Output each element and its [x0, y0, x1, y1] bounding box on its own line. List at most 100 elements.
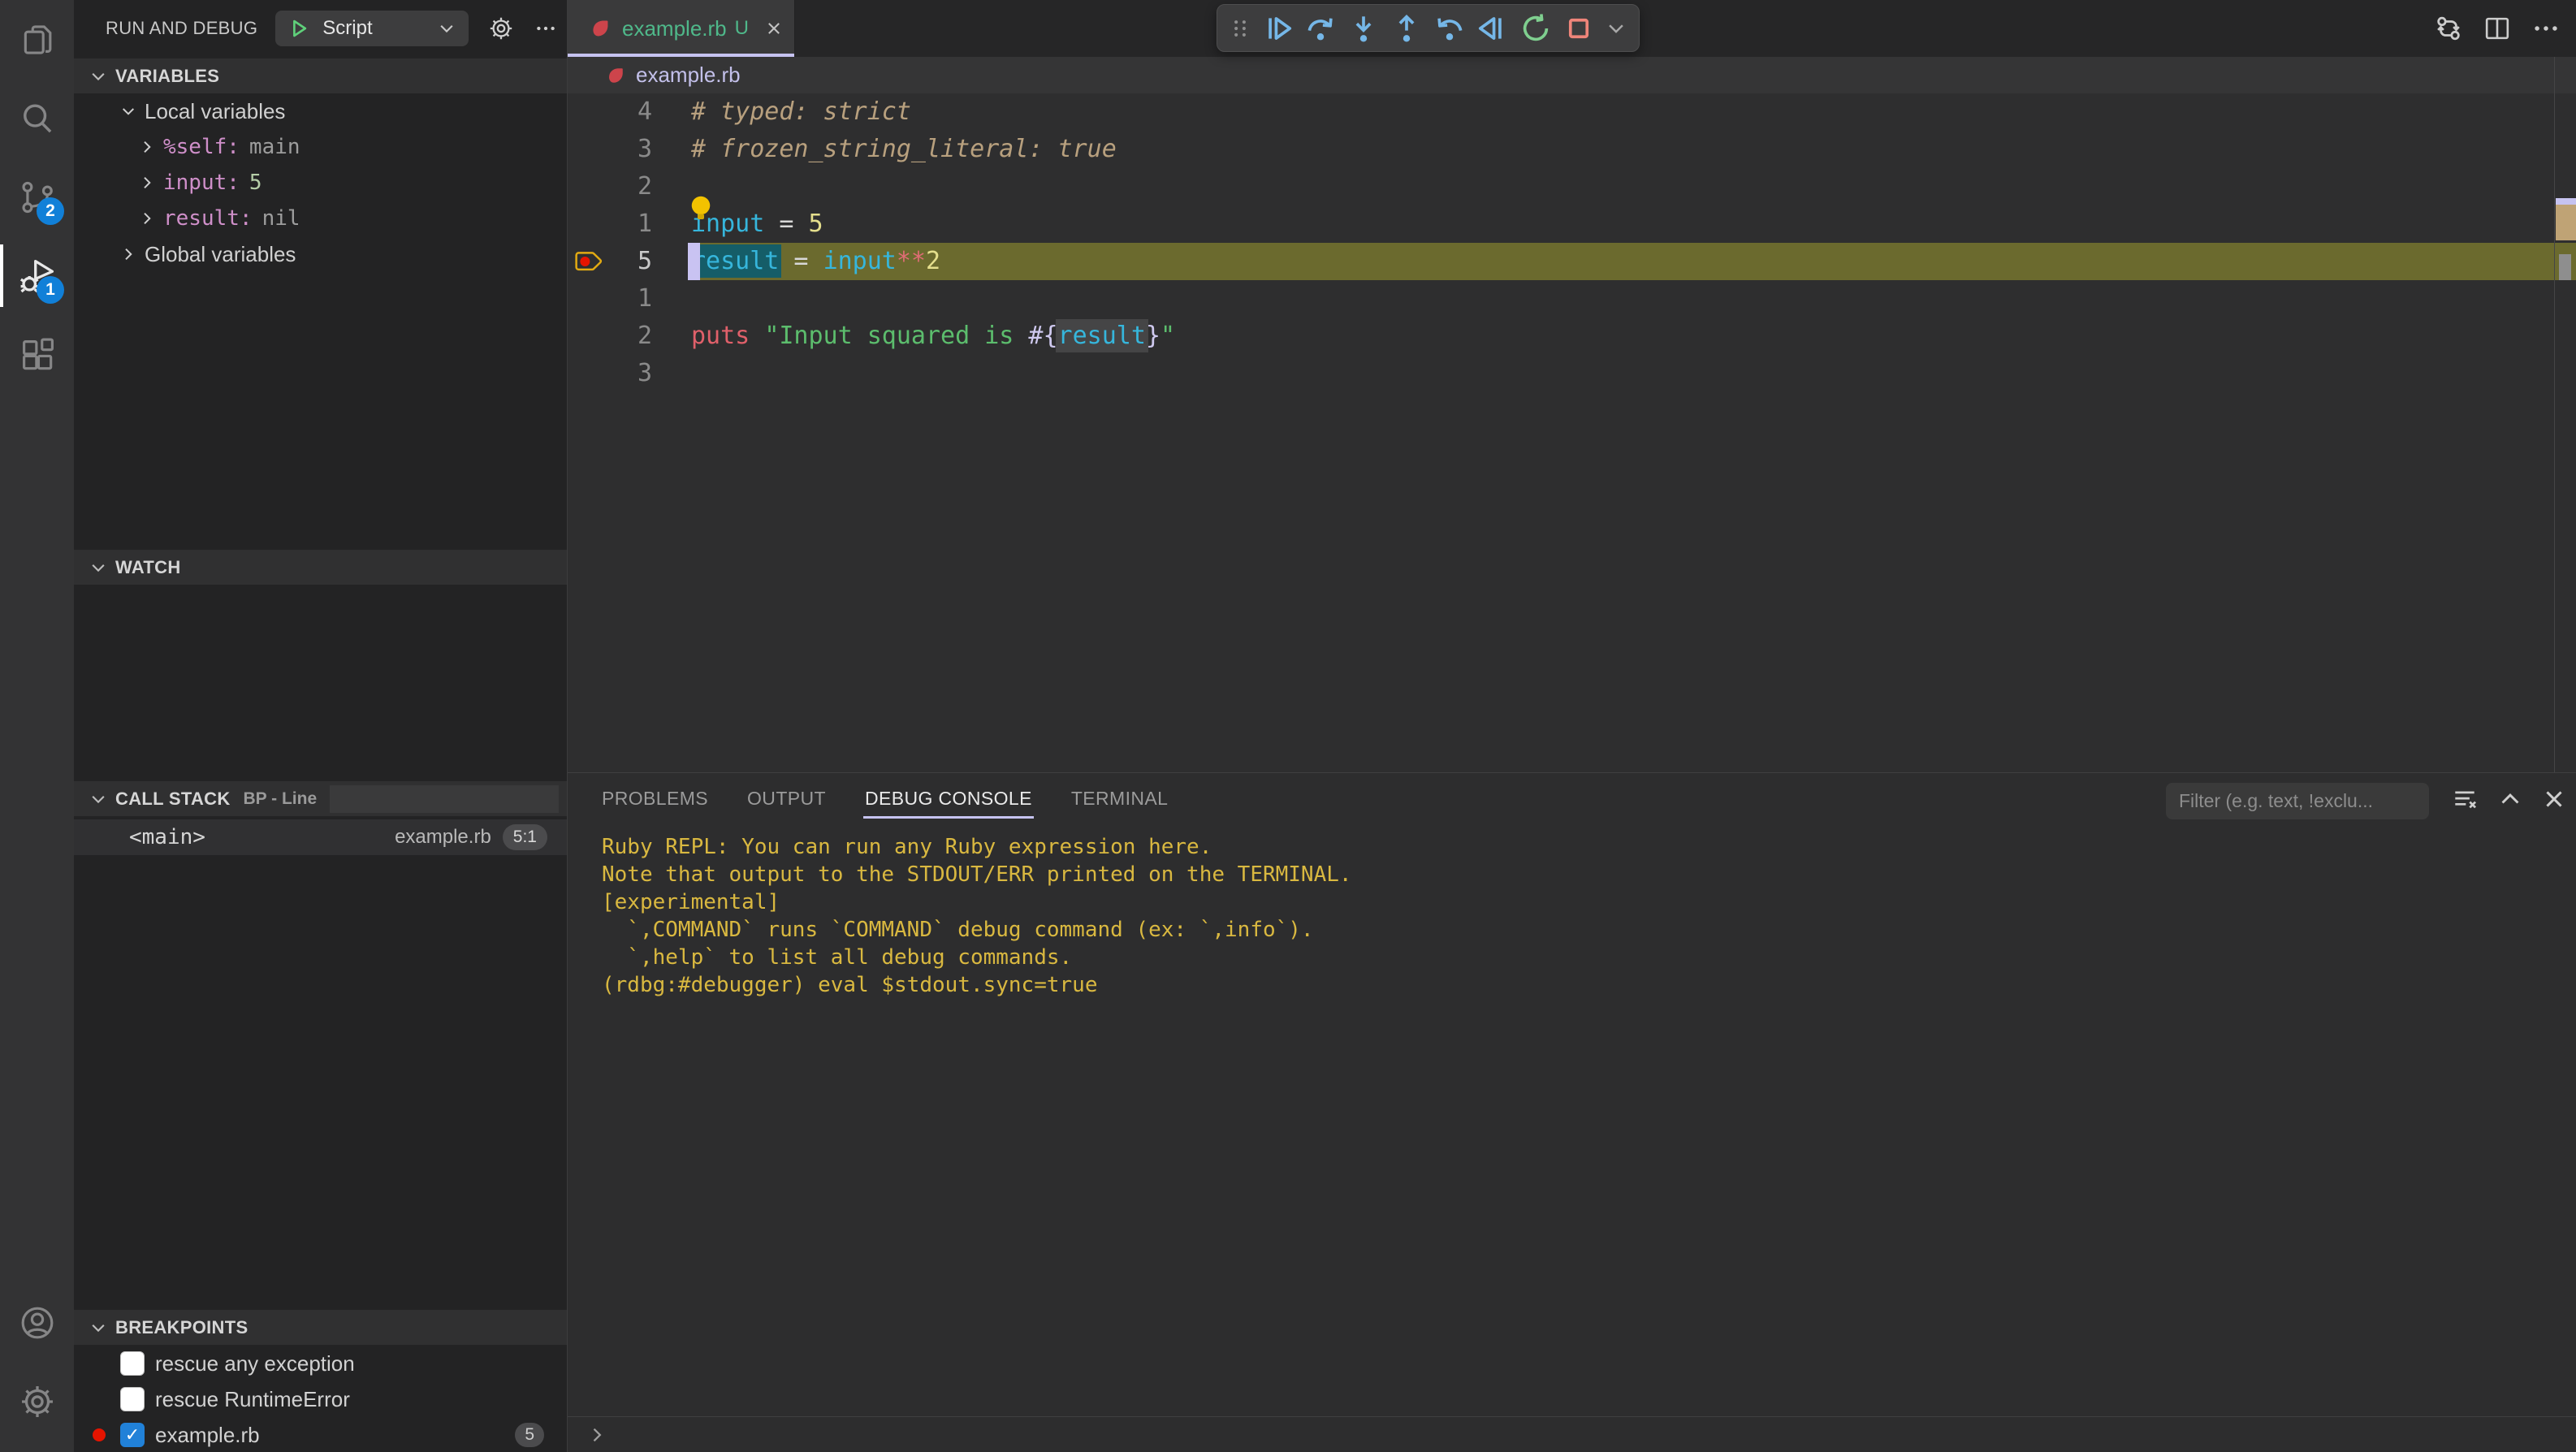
files-icon [24, 24, 51, 54]
panel-tab-debug-console[interactable]: DEBUG CONSOLE [845, 773, 1052, 823]
sidebar-run-and-debug: RUN AND DEBUG Script VARIABLES Local var… [74, 0, 567, 1452]
editor-gutter[interactable]: 1 [568, 205, 691, 243]
code-line-4[interactable]: 1 input = 5 [568, 196, 2576, 243]
lightbulb-icon[interactable] [685, 192, 717, 225]
chevron-down-icon [92, 1324, 105, 1332]
restart-button[interactable] [1517, 10, 1554, 47]
console-output-line: `,help` to list all debug commands. [602, 945, 1073, 970]
code-line-8[interactable]: 3 [568, 355, 2576, 392]
editor-gutter[interactable]: 5 [568, 243, 691, 280]
clear-console-icon[interactable] [2450, 784, 2479, 814]
step-over-button[interactable] [1302, 10, 1339, 47]
breakpoint-row[interactable]: rescue any exception [74, 1346, 567, 1381]
step-out-button[interactable] [1388, 10, 1425, 47]
editor-more-actions-icon[interactable] [2531, 13, 2561, 44]
panel-tab-problems[interactable]: PROBLEMS [582, 773, 728, 823]
editor-gutter[interactable]: 1 [568, 280, 691, 318]
chevron-right-icon [144, 176, 151, 189]
activity-badge-source-control: 2 [37, 197, 64, 225]
line-number: 5 [637, 247, 652, 275]
activity-item-explorer[interactable] [0, 0, 74, 79]
editor-gutter[interactable]: 4 [568, 93, 691, 131]
code-line-7[interactable]: 2 puts "Input squared is #{result}" [568, 318, 2576, 355]
launch-config-dropdown[interactable]: Script [275, 11, 469, 46]
call-stack-session-label: BP - Line [243, 789, 318, 808]
breakpoint-checkbox[interactable]: ✓ [120, 1423, 145, 1447]
start-debugging-icon[interactable] [287, 16, 311, 41]
section-header-call-stack[interactable]: CALL STACK BP - Line [74, 780, 567, 816]
call-stack-frame-main[interactable]: <main> example.rb 5:1 [74, 819, 567, 855]
code-line-3[interactable]: 2 [568, 168, 2576, 205]
stop-button[interactable] [1560, 10, 1597, 47]
maximize-panel-icon[interactable] [2496, 784, 2525, 814]
scrollbar-slider[interactable] [2559, 254, 2571, 280]
activity-item-accounts[interactable] [0, 1283, 74, 1362]
tab-label: example.rb [622, 15, 727, 41]
activity-item-run-and-debug[interactable]: 1 [0, 236, 74, 315]
variable-row-self[interactable]: %self: main [74, 129, 567, 165]
variable-name: %self: [163, 135, 240, 159]
debug-toolbar [1217, 4, 1640, 52]
variables-group-global-variables[interactable]: Global variables [74, 236, 567, 272]
reverse-continue-button[interactable] [1474, 10, 1511, 47]
debug-console-output[interactable]: Ruby REPL: You can run any Ruby expressi… [568, 823, 2576, 999]
line-number: 2 [637, 322, 652, 350]
views-more-actions-icon[interactable] [534, 16, 558, 41]
overview-ruler[interactable] [2554, 57, 2576, 772]
code-line-6[interactable]: 1 [568, 280, 2576, 318]
editor-gutter[interactable]: 2 [568, 168, 691, 205]
code-token: # typed: strict [691, 97, 911, 126]
panel-tab-output[interactable]: OUTPUT [728, 773, 845, 823]
open-changes-swap-icon[interactable] [2433, 13, 2464, 44]
editor-gutter[interactable]: 2 [568, 318, 691, 355]
bottom-panel: PROBLEMSOUTPUTDEBUG CONSOLETERMINAL Ruby… [568, 772, 2576, 1452]
section-header-variables[interactable]: VARIABLES [74, 58, 567, 93]
editor-gutter[interactable]: 3 [568, 131, 691, 168]
breakpoint-row[interactable]: rescue RuntimeError [74, 1381, 567, 1417]
activity-item-extensions[interactable] [0, 315, 74, 394]
editor-gutter[interactable]: 3 [568, 355, 691, 392]
step-into-button[interactable] [1345, 10, 1382, 47]
search-icon [23, 103, 52, 133]
sidebar-title: RUN AND DEBUG [106, 18, 258, 38]
drag-handle-icon [1234, 19, 1246, 37]
console-filter-input[interactable] [2166, 783, 2429, 819]
code-token: result [1057, 322, 1146, 350]
continue-button[interactable] [1259, 10, 1296, 47]
code-text: # frozen_string_literal: true [691, 131, 2576, 168]
breakpoint-row[interactable]: ✓ example.rb 5 [74, 1417, 567, 1452]
debug-console-input[interactable] [568, 1416, 2576, 1452]
tab-example-rb[interactable]: example.rb U [568, 0, 795, 57]
code-editor[interactable]: 4 # typed: strict 3 # frozen_string_literal… [568, 93, 2576, 418]
activity-item-source-control[interactable]: 2 [0, 158, 74, 236]
tab-close-icon[interactable] [763, 18, 784, 39]
drag-handle-button[interactable] [1227, 10, 1253, 47]
line-number: 1 [637, 284, 652, 313]
breakpoint-checkbox[interactable] [120, 1387, 145, 1411]
code-text: puts "Input squared is #{result}" [691, 318, 2576, 355]
split-editor-icon[interactable] [2482, 13, 2513, 44]
variables-group-local-variables[interactable]: Local variables [74, 93, 567, 129]
code-line-5[interactable]: 5 result = input**2 [568, 243, 2576, 280]
breakpoint-current-line-icon[interactable] [574, 249, 605, 274]
breadcrumb-file[interactable]: example.rb [636, 63, 741, 88]
activity-item-search[interactable] [0, 79, 74, 158]
section-header-watch[interactable]: WATCH [74, 549, 567, 585]
variable-row-result[interactable]: result: nil [74, 201, 567, 236]
breakpoint-checkbox[interactable] [120, 1351, 145, 1376]
code-line-2[interactable]: 3 # frozen_string_literal: true [568, 131, 2576, 168]
dropdown-chevron-button[interactable] [1603, 10, 1629, 47]
activity-item-settings[interactable] [0, 1362, 74, 1441]
code-token: 5 [808, 210, 823, 238]
line-number: 2 [637, 172, 652, 201]
debug-settings-gear-icon[interactable] [488, 15, 514, 41]
step-back-button[interactable] [1431, 10, 1468, 47]
code-line-1[interactable]: 4 # typed: strict [568, 93, 2576, 131]
code-token: ** [896, 247, 926, 275]
close-panel-icon[interactable] [2539, 784, 2569, 814]
panel-tab-terminal[interactable]: TERMINAL [1052, 773, 1188, 823]
variable-row-input[interactable]: input: 5 [74, 165, 567, 201]
tab-modified-indicator: U [734, 17, 749, 39]
section-header-breakpoints[interactable]: BREAKPOINTS [74, 1309, 567, 1345]
